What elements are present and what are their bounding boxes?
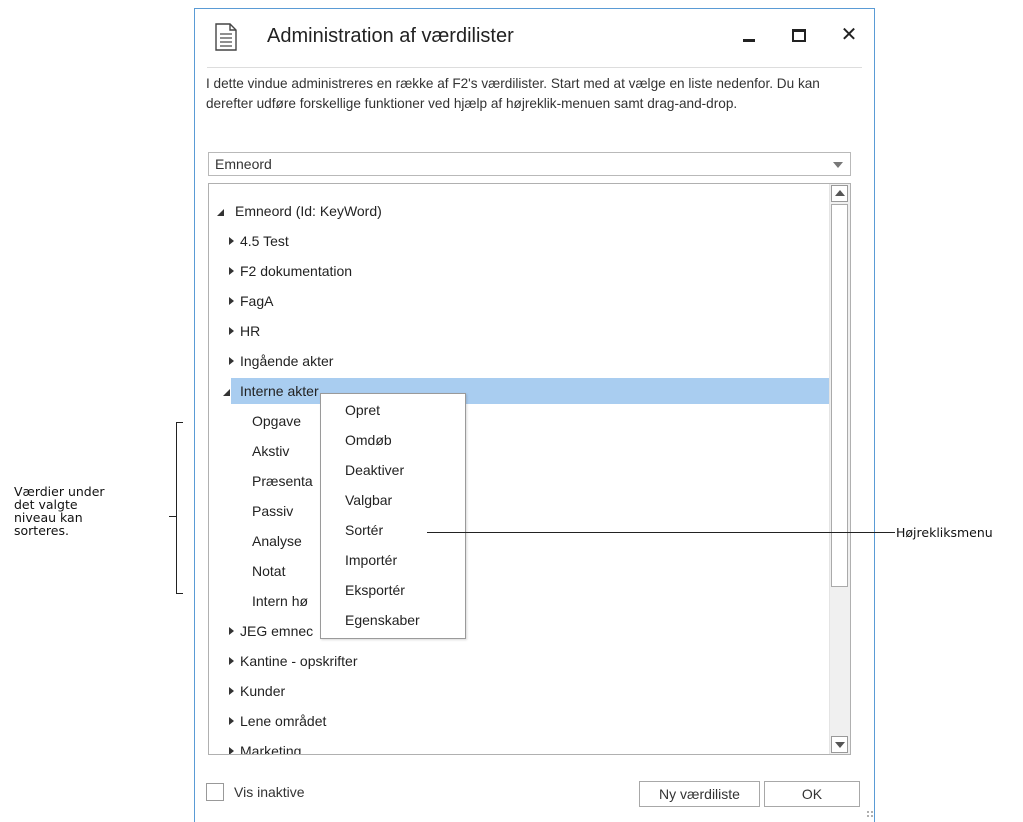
tree-item-label: JEG emnec <box>240 623 314 639</box>
document-icon <box>215 23 237 51</box>
tree-item-label: Opgave <box>252 413 302 429</box>
tree-item[interactable]: JEG emnec <box>209 616 831 646</box>
close-button[interactable]: ✕ <box>837 23 861 47</box>
menu-item-opret[interactable]: Opret <box>345 402 380 418</box>
menu-item-omdoeb[interactable]: Omdøb <box>345 432 392 448</box>
menu-item-eksporter[interactable]: Eksportér <box>345 582 405 598</box>
tree-item-label: Præsenta <box>252 473 313 489</box>
tree-item-label: Notat <box>252 563 286 579</box>
show-inactive-label[interactable]: Vis inaktive <box>234 784 305 800</box>
expand-arrow-icon[interactable] <box>229 657 234 665</box>
tree-item-label: 4.5 Test <box>240 233 289 249</box>
new-value-list-button[interactable]: Ny værdiliste <box>639 781 760 807</box>
tree-item[interactable]: Kunder <box>209 676 831 706</box>
minimize-icon <box>743 38 755 42</box>
tree-item[interactable]: Intern hø <box>209 586 831 616</box>
expand-arrow-icon[interactable] <box>229 327 234 335</box>
value-list-select[interactable]: Emneord <box>208 152 851 176</box>
tree-item[interactable]: Kantine - opskrifter <box>209 646 831 676</box>
tree-item[interactable]: Passiv <box>209 496 831 526</box>
window-title: Administration af værdilister <box>267 25 514 47</box>
minimize-button[interactable] <box>737 23 761 47</box>
tree-item[interactable]: Marketing <box>209 736 831 755</box>
expand-arrow-icon[interactable] <box>229 687 234 695</box>
collapse-arrow-icon[interactable] <box>217 209 224 216</box>
menu-item-deaktiver[interactable]: Deaktiver <box>345 462 404 478</box>
tree-item[interactable]: Opgave <box>209 406 831 436</box>
tree-item-label: Lene området <box>240 713 327 729</box>
tree-item[interactable]: Lene området <box>209 706 831 736</box>
tree-item[interactable]: F2 dokumentation <box>209 256 831 286</box>
chevron-down-icon <box>833 162 843 168</box>
tree-item-label: Intern hø <box>252 593 309 609</box>
scroll-down-arrow-icon[interactable] <box>831 736 848 753</box>
tree-item[interactable]: FagA <box>209 286 831 316</box>
show-inactive-checkbox[interactable] <box>206 783 224 801</box>
tree-scrollbar[interactable] <box>829 184 850 754</box>
title-separator <box>207 67 862 68</box>
dialog-description: I dette vindue administreres en række af… <box>206 76 820 111</box>
value-list-select-value: Emneord <box>215 156 272 172</box>
expand-arrow-icon[interactable] <box>229 747 234 754</box>
scrollbar-thumb[interactable] <box>831 204 848 587</box>
tree-item-label: Akstiv <box>252 443 290 459</box>
expand-arrow-icon[interactable] <box>229 717 234 725</box>
tree-item[interactable]: Analyse <box>209 526 831 556</box>
tree-item-label: Kantine - opskrifter <box>240 653 358 669</box>
collapse-arrow-icon[interactable] <box>223 389 230 396</box>
tree-item-label: FagA <box>240 293 274 309</box>
tree-item[interactable]: 4.5 Test <box>209 226 831 256</box>
tree-item-label: Ingående akter <box>240 353 334 369</box>
tree-item-label: Marketing <box>240 743 302 755</box>
value-tree[interactable]: Emneord (Id: KeyWord) 4.5 Test F2 dokume… <box>208 183 851 755</box>
tree-item-label: HR <box>240 323 261 339</box>
tree-item[interactable]: Præsenta <box>209 466 831 496</box>
annotation-line: sorteres. <box>14 523 69 538</box>
context-menu: Opret Omdøb Deaktiver Valgbar Sortér Imp… <box>320 393 466 639</box>
expand-arrow-icon[interactable] <box>229 237 234 245</box>
tree-item-label: Passiv <box>252 503 294 519</box>
annotation-leader-line <box>427 532 895 533</box>
scroll-up-arrow-icon[interactable] <box>831 185 848 202</box>
ok-button[interactable]: OK <box>764 781 860 807</box>
tree-item-label: Interne akter <box>240 383 319 399</box>
maximize-icon <box>792 28 806 42</box>
annotation-bracket <box>176 422 183 594</box>
annotation-context-menu: Højrekliksmenu <box>896 525 993 540</box>
tree-item[interactable]: Ingående akter <box>209 346 831 376</box>
menu-item-valgbar[interactable]: Valgbar <box>345 492 392 508</box>
tree-item[interactable]: Akstiv <box>209 436 831 466</box>
expand-arrow-icon[interactable] <box>229 357 234 365</box>
tree-item-label: Emneord (Id: KeyWord) <box>235 203 382 219</box>
tree-item[interactable]: HR <box>209 316 831 346</box>
expand-arrow-icon[interactable] <box>229 297 234 305</box>
menu-item-importer[interactable]: Importér <box>345 552 397 568</box>
tree-item[interactable]: Notat <box>209 556 831 586</box>
resize-grip-icon[interactable] <box>866 810 874 818</box>
menu-item-egenskaber[interactable]: Egenskaber <box>345 612 420 628</box>
expand-arrow-icon[interactable] <box>229 267 234 275</box>
tree-item[interactable]: Emneord (Id: KeyWord) <box>209 196 831 226</box>
expand-arrow-icon[interactable] <box>229 627 234 635</box>
tree-item-label: Kunder <box>240 683 286 699</box>
close-icon: ✕ <box>840 24 858 46</box>
annotation-bracket-tick <box>169 516 177 517</box>
tree-item-label: Analyse <box>252 533 302 549</box>
menu-item-sorter[interactable]: Sortér <box>345 522 383 538</box>
maximize-button[interactable] <box>787 23 811 47</box>
tree-item-label: F2 dokumentation <box>240 263 353 279</box>
annotation-sortable-values: Værdier under det valgte niveau kan sort… <box>14 485 105 537</box>
tree-item-selected[interactable]: Interne akter <box>209 376 831 406</box>
